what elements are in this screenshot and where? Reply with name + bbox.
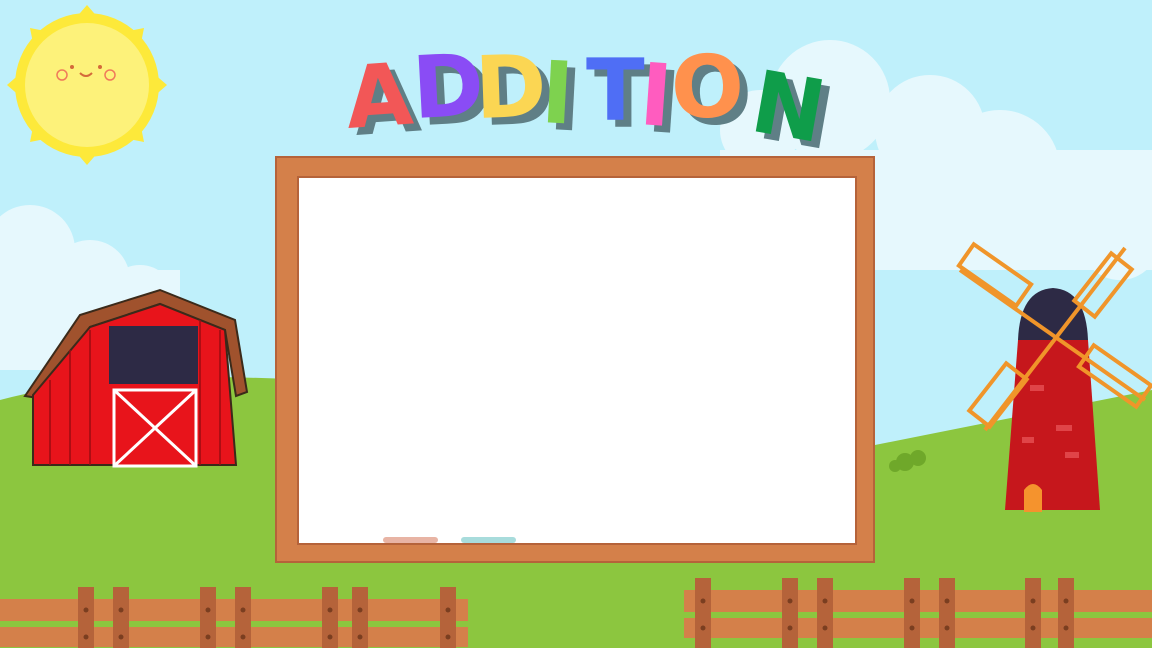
- title-letter: T: [586, 41, 645, 141]
- title-letter: A: [342, 45, 416, 149]
- board-surface: [297, 176, 857, 545]
- fence-post: [904, 578, 920, 648]
- sun: [7, 5, 167, 165]
- fence-rail: [0, 599, 468, 621]
- barn-window: [109, 326, 198, 384]
- chalk-blue: [461, 537, 516, 543]
- fence-post: [939, 578, 955, 648]
- chalk-pink: [383, 537, 438, 543]
- fence-post: [695, 578, 711, 648]
- fence-post: [782, 578, 798, 648]
- fence-post: [1025, 578, 1041, 648]
- title-letter: D: [473, 37, 548, 139]
- windmill-door: [1024, 484, 1042, 512]
- fence-rail: [0, 627, 468, 647]
- title-letter: I: [539, 43, 576, 145]
- whiteboard: [275, 156, 875, 563]
- title-letter: O: [669, 36, 746, 138]
- fence-post: [817, 578, 833, 648]
- fence-post: [1058, 578, 1074, 648]
- scene: ADDITION ADDI TION: [0, 0, 1152, 648]
